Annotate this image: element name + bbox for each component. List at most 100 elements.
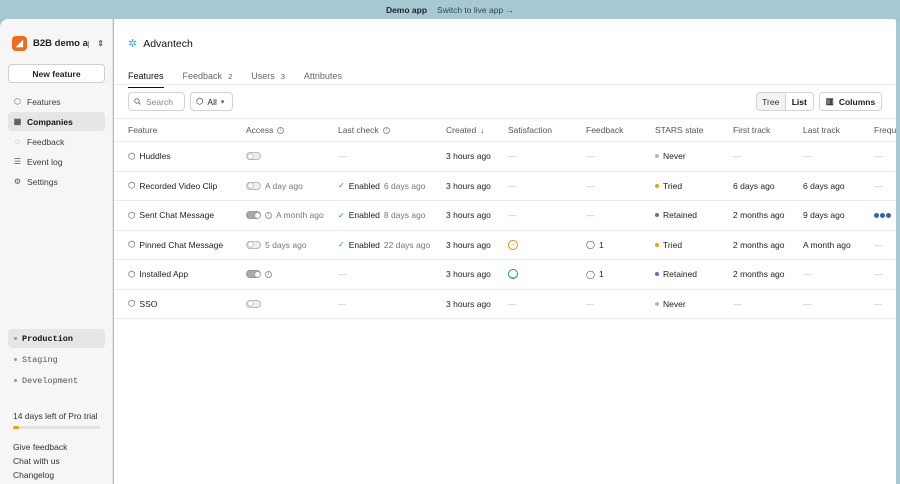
tab-features[interactable]: Features bbox=[128, 66, 164, 88]
switch-to-live-link[interactable]: Switch to live app → bbox=[437, 5, 514, 15]
stars-state-cell: Retained bbox=[655, 260, 697, 289]
trial-text: 14 days left of Pro trial bbox=[13, 411, 98, 421]
tree-view-button[interactable]: Tree bbox=[757, 93, 785, 110]
column-header-feedback[interactable]: Feedback bbox=[586, 119, 623, 141]
column-header-first-track[interactable]: First track bbox=[733, 119, 770, 141]
main-panel: ✲ Advantech Features Feedback 2 Users 3 Attri… bbox=[114, 19, 900, 484]
sidebar-item-event-log[interactable]: ☰ Event log bbox=[8, 152, 105, 171]
columns-button[interactable]: ▥ Columns bbox=[819, 92, 882, 111]
state-dot-icon bbox=[655, 183, 659, 188]
last-track: — bbox=[803, 298, 812, 309]
sidebar-item-features[interactable]: ⬡ Features bbox=[8, 92, 105, 111]
environment-staging[interactable]: Staging bbox=[8, 350, 105, 369]
state-dot-icon bbox=[655, 154, 659, 159]
environment-filter[interactable]: ⬡ All ▾ bbox=[190, 92, 233, 111]
new-feature-button[interactable]: New feature bbox=[8, 64, 105, 83]
frequency-cell bbox=[874, 201, 891, 230]
created-time: 3 hours ago bbox=[446, 151, 491, 162]
list-view-button[interactable]: List bbox=[784, 93, 813, 110]
column-header-label: Satisfaction bbox=[508, 125, 552, 135]
feature-name: Sent Chat Message bbox=[139, 210, 215, 221]
check-time: — bbox=[338, 151, 347, 162]
cube-icon: ⬡ bbox=[128, 239, 136, 250]
column-header-created[interactable]: Created ↓ bbox=[446, 119, 484, 141]
empty-value: — bbox=[586, 298, 595, 309]
feature-name-cell[interactable]: ⬡ SSO bbox=[128, 290, 157, 319]
table-row[interactable]: ⬡ Pinned Chat Message 5 days ago ✓ Enabled 22… bbox=[114, 231, 900, 260]
created-cell: 3 hours ago bbox=[446, 142, 491, 171]
access-cell: i bbox=[246, 260, 272, 289]
column-header-last-track[interactable]: Last track bbox=[803, 119, 840, 141]
table-body: ⬡ Huddles — 3 hours ago — — Never — — — ⬡ Recorded … bbox=[114, 142, 900, 319]
first-track-cell: 2 months ago bbox=[733, 201, 785, 230]
column-header-last-check[interactable]: Last check i bbox=[338, 119, 390, 141]
footer-link-give-feedback[interactable]: Give feedback bbox=[13, 442, 67, 456]
last-track-cell: 9 days ago bbox=[803, 201, 845, 230]
table-row[interactable]: ⬡ Huddles — 3 hours ago — — Never — — — bbox=[114, 142, 900, 172]
tab-users[interactable]: Users 3 bbox=[251, 66, 285, 86]
column-header-satisfaction[interactable]: Satisfaction bbox=[508, 119, 552, 141]
access-toggle[interactable] bbox=[246, 211, 261, 220]
search-input[interactable] bbox=[146, 96, 184, 107]
first-track: — bbox=[733, 151, 742, 162]
created-cell: 3 hours ago bbox=[446, 260, 491, 289]
feature-name-cell[interactable]: ⬡ Recorded Video Clip bbox=[128, 172, 217, 201]
feature-name-cell[interactable]: ⬡ Sent Chat Message bbox=[128, 201, 214, 230]
access-toggle[interactable] bbox=[246, 152, 261, 161]
column-header-freque[interactable]: Freque bbox=[874, 119, 900, 141]
check-time: — bbox=[338, 298, 347, 309]
footer-link-chat-with-us[interactable]: Chat with us bbox=[13, 456, 67, 470]
env-dot-icon bbox=[14, 337, 17, 340]
stars-state: Retained bbox=[663, 269, 698, 280]
check-status: Enabled bbox=[348, 239, 380, 250]
sidebar-item-feedback[interactable]: ◌ Feedback bbox=[8, 132, 105, 151]
stars-state: Never bbox=[663, 298, 686, 309]
table-row[interactable]: ⬡ Recorded Video Clip A day ago ✓ Enabled 6 d… bbox=[114, 172, 900, 201]
table-row[interactable]: ⬡ Sent Chat Message i A month ago ✓ Enabled 8 … bbox=[114, 201, 900, 231]
table-row[interactable]: ⬡ SSO — 3 hours ago — — Never — — — bbox=[114, 290, 900, 319]
last-track: — bbox=[803, 151, 812, 162]
table-row[interactable]: ⬡ Installed App i — 3 hours ago ‿ ◯ 1 Retained 2 … bbox=[114, 260, 900, 290]
columns-icon: ▥ bbox=[825, 96, 834, 106]
tab-feedback[interactable]: Feedback 2 bbox=[183, 66, 233, 86]
stars-state-cell: Never bbox=[655, 142, 686, 171]
access-toggle[interactable] bbox=[246, 270, 261, 279]
check-time: — bbox=[338, 269, 347, 280]
access-toggle[interactable] bbox=[246, 299, 261, 308]
empty-value: — bbox=[508, 210, 517, 221]
last-track-cell: — bbox=[803, 260, 812, 289]
created-cell: 3 hours ago bbox=[446, 172, 491, 201]
tab-label: Features bbox=[128, 71, 164, 81]
tab-attributes[interactable]: Attributes bbox=[304, 66, 342, 86]
column-header-stars-state[interactable]: STARS state bbox=[655, 119, 704, 141]
feature-name-cell[interactable]: ⬡ Installed App bbox=[128, 260, 188, 289]
sidebar-item-label: Event log bbox=[27, 156, 63, 167]
column-header-label: Freque bbox=[874, 125, 900, 135]
last-check-cell: — bbox=[338, 260, 347, 289]
first-track: 2 months ago bbox=[733, 239, 785, 250]
feedback-cell[interactable]: ◯ 1 bbox=[586, 260, 604, 289]
org-switcher[interactable]: ◢ B2B demo app ⇕ bbox=[12, 36, 104, 51]
check-time: 6 days ago bbox=[383, 180, 426, 191]
environment-development[interactable]: Development bbox=[8, 371, 105, 390]
footer-links: Give feedback Chat with us Changelog bbox=[13, 442, 67, 484]
access-toggle[interactable] bbox=[246, 181, 261, 190]
feature-name-cell[interactable]: ⬡ Huddles bbox=[128, 142, 171, 171]
sidebar-item-companies[interactable]: ▦ Companies bbox=[8, 112, 105, 131]
chevron-updown-icon: ⇕ bbox=[97, 39, 104, 48]
access-toggle[interactable] bbox=[246, 240, 261, 249]
satisfaction-cell: – bbox=[508, 231, 518, 260]
column-header-feature[interactable]: Feature bbox=[128, 119, 157, 141]
footer-link-changelog[interactable]: Changelog bbox=[13, 470, 67, 484]
frequency-dots-icon bbox=[874, 212, 891, 218]
stars-state: Never bbox=[663, 151, 686, 162]
sidebar-item-settings[interactable]: ⚙ Settings bbox=[8, 172, 105, 191]
environment-production[interactable]: Production bbox=[8, 329, 105, 348]
search-box[interactable] bbox=[128, 92, 185, 111]
feature-name-cell[interactable]: ⬡ Pinned Chat Message bbox=[128, 231, 223, 260]
check-icon: ✓ bbox=[338, 181, 345, 191]
feedback-cell[interactable]: ◯ 1 bbox=[586, 231, 604, 260]
column-header-access[interactable]: Access i bbox=[246, 119, 285, 141]
environment-label: Staging bbox=[22, 354, 58, 365]
last-track-cell: — bbox=[803, 290, 812, 319]
